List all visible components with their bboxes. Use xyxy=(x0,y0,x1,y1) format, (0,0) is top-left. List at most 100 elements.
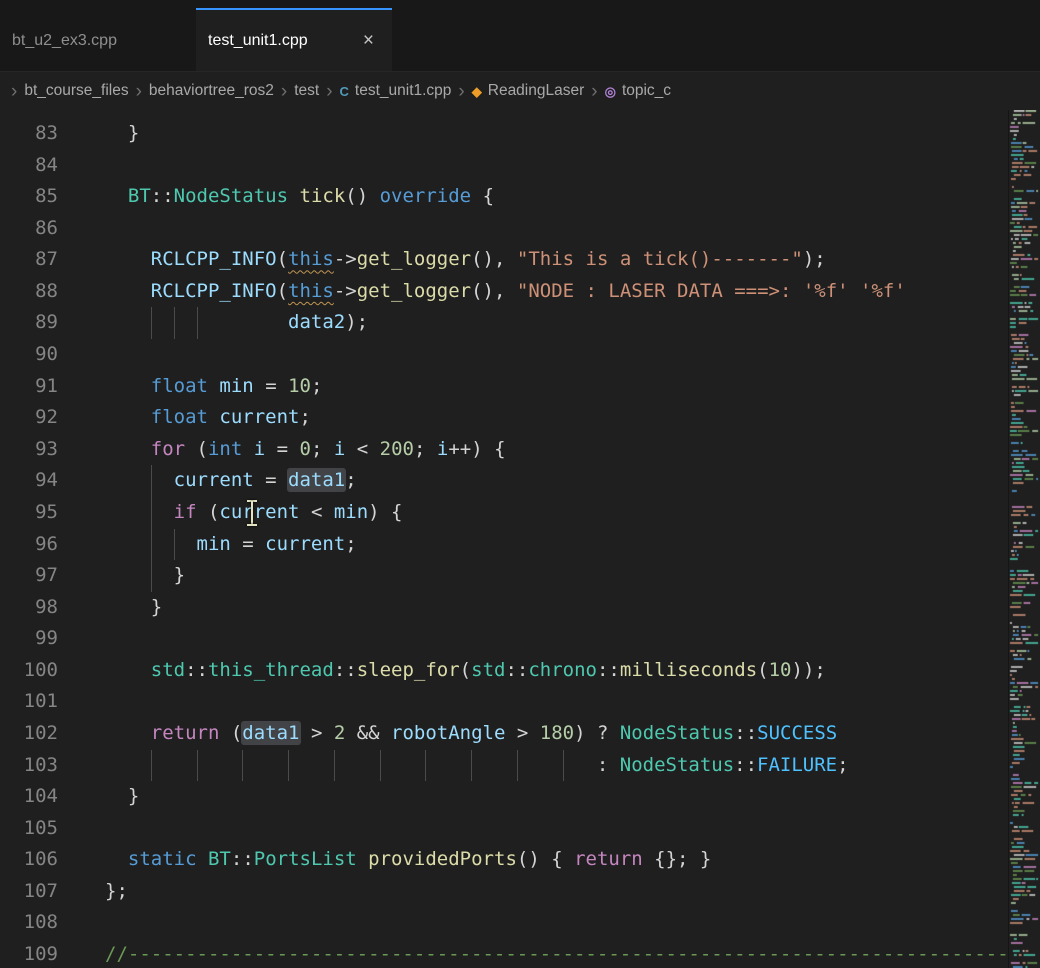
code-line[interactable]: 97 } xyxy=(0,560,1008,592)
code-token[interactable]: ( xyxy=(460,659,471,681)
breadcrumb-item[interactable]: ◆ReadingLaser xyxy=(472,82,585,100)
code-line[interactable]: 101 xyxy=(0,686,1008,718)
code-token[interactable]: ; xyxy=(414,438,437,460)
code-token[interactable]: data1 xyxy=(288,469,345,491)
code-token[interactable] xyxy=(105,469,174,491)
code-text[interactable]: data2); xyxy=(105,307,368,339)
code-token[interactable]: NodeStatus xyxy=(620,754,734,776)
code-token[interactable]: } xyxy=(105,122,139,144)
code-line[interactable]: 87 RCLCPP_INFO(this->get_logger(), "This… xyxy=(0,244,1008,276)
code-token[interactable]: ; xyxy=(345,533,356,555)
code-token[interactable]: 0 xyxy=(300,438,311,460)
code-line[interactable]: 89 data2); xyxy=(0,307,1008,339)
code-token[interactable]: { xyxy=(471,185,494,207)
code-token[interactable] xyxy=(208,406,219,428)
code-text[interactable]: } xyxy=(105,781,139,813)
code-token[interactable]: ); xyxy=(345,311,368,333)
code-token[interactable]: int xyxy=(208,438,242,460)
code-token[interactable] xyxy=(105,659,151,681)
code-line[interactable]: 106 static BT::PortsList providedPorts()… xyxy=(0,844,1008,876)
code-token[interactable]: && xyxy=(345,722,391,744)
code-token[interactable]: NodeStatus xyxy=(620,722,734,744)
code-token[interactable] xyxy=(242,438,253,460)
code-token[interactable]: std xyxy=(151,659,185,681)
code-line[interactable]: 85 BT::NodeStatus tick() override { xyxy=(0,181,1008,213)
code-text[interactable]: RCLCPP_INFO(this->get_logger(), "NODE : … xyxy=(105,276,906,308)
code-token[interactable]: ( xyxy=(277,248,288,270)
code-token[interactable]: tick xyxy=(300,185,346,207)
code-token[interactable]: (), xyxy=(471,248,517,270)
code-text[interactable]: std::this_thread::sleep_for(std::chrono:… xyxy=(105,655,826,687)
code-token[interactable]: RCLCPP_INFO xyxy=(151,248,277,270)
code-token[interactable]: milliseconds xyxy=(620,659,757,681)
code-token[interactable]: //--------------------------------------… xyxy=(105,943,1008,965)
code-text[interactable]: for (int i = 0; i < 200; i++) { xyxy=(105,434,506,466)
code-token[interactable]: static xyxy=(128,848,197,870)
code-token[interactable]: float xyxy=(151,375,208,397)
code-token[interactable]: robotAngle xyxy=(391,722,505,744)
code-line[interactable]: 86 xyxy=(0,213,1008,245)
code-line[interactable]: 99 xyxy=(0,623,1008,655)
code-token[interactable]: get_logger xyxy=(357,280,471,302)
code-text[interactable]: } xyxy=(105,592,162,624)
code-token[interactable] xyxy=(105,185,128,207)
code-token[interactable]: < xyxy=(345,438,379,460)
code-token[interactable] xyxy=(288,185,299,207)
code-token[interactable]: () { xyxy=(517,848,574,870)
code-text[interactable]: RCLCPP_INFO(this->get_logger(), "This is… xyxy=(105,244,826,276)
breadcrumb-item[interactable]: behaviortree_ros2 xyxy=(149,82,274,100)
code-token[interactable]: )); xyxy=(792,659,826,681)
breadcrumb-item[interactable]: ◎topic_c xyxy=(605,82,671,100)
code-token[interactable]: -> xyxy=(334,248,357,270)
code-line[interactable]: 92 float current; xyxy=(0,402,1008,434)
code-token[interactable]: :: xyxy=(151,185,174,207)
code-token[interactable]: < xyxy=(300,501,334,523)
code-token[interactable]: BT xyxy=(128,185,151,207)
code-token[interactable] xyxy=(105,248,151,270)
code-text[interactable]: current = data1; xyxy=(105,465,357,497)
code-token[interactable] xyxy=(357,848,368,870)
code-token[interactable]: if xyxy=(174,501,197,523)
code-token[interactable] xyxy=(105,406,151,428)
code-token[interactable]: -> xyxy=(334,280,357,302)
code-token[interactable]: ( xyxy=(757,659,768,681)
code-token[interactable]: ; xyxy=(311,438,334,460)
code-line[interactable]: 108 xyxy=(0,907,1008,939)
breadcrumb-item[interactable]: test xyxy=(294,82,319,100)
code-text[interactable]: BT::NodeStatus tick() override { xyxy=(105,181,494,213)
code-text[interactable]: }; xyxy=(105,876,128,908)
code-token[interactable]: sleep_for xyxy=(357,659,460,681)
code-token[interactable]: :: xyxy=(597,659,620,681)
code-token[interactable]: return xyxy=(151,722,220,744)
code-token[interactable]: float xyxy=(151,406,208,428)
breadcrumb-item[interactable]: bt_course_files xyxy=(24,82,128,100)
code-token[interactable]: :: xyxy=(231,848,254,870)
code-token[interactable]: this xyxy=(288,248,334,270)
code-text[interactable]: } xyxy=(105,560,185,592)
code-token[interactable]: ( xyxy=(185,438,208,460)
code-token[interactable]: ; xyxy=(311,375,322,397)
code-token[interactable]: BT xyxy=(208,848,231,870)
code-token[interactable]: () xyxy=(345,185,379,207)
breadcrumb-item[interactable]: Ctest_unit1.cpp xyxy=(340,82,452,100)
minimap[interactable] xyxy=(1008,110,1040,968)
code-token[interactable]: = xyxy=(265,438,299,460)
code-token[interactable]: ) { xyxy=(368,501,402,523)
code-token[interactable]: current xyxy=(219,406,299,428)
code-token[interactable]: std xyxy=(471,659,505,681)
code-token[interactable]: 180 xyxy=(540,722,574,744)
code-token[interactable]: this xyxy=(288,280,334,302)
code-token[interactable] xyxy=(105,438,151,460)
code-text[interactable]: //--------------------------------------… xyxy=(105,939,1008,968)
code-token[interactable]: 2 xyxy=(334,722,345,744)
code-token[interactable]: for xyxy=(151,438,185,460)
code-token[interactable]: current xyxy=(265,533,345,555)
code-token[interactable]: min xyxy=(334,501,368,523)
code-token[interactable]: 10 xyxy=(769,659,792,681)
code-token[interactable]: min xyxy=(197,533,231,555)
code-token[interactable]: } xyxy=(105,596,162,618)
editor-tab[interactable]: bt_u2_ex3.cpp xyxy=(0,8,196,71)
code-token[interactable] xyxy=(105,375,151,397)
code-token[interactable]: ++) { xyxy=(448,438,505,460)
code-token[interactable]: :: xyxy=(734,754,757,776)
